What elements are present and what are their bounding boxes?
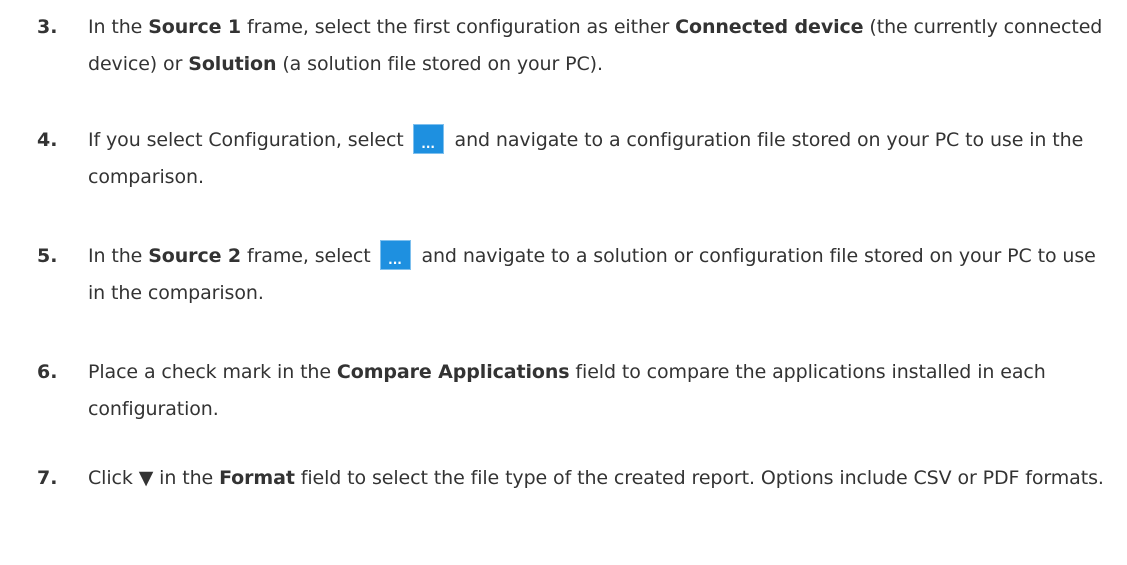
step-text-segment: In the <box>88 16 149 38</box>
step-number: 6. <box>37 361 58 383</box>
format-term: Format <box>219 467 295 489</box>
step-text-segment: field to select the file type of the cre… <box>294 467 1104 489</box>
step-text-segment: If you select Configuration, select <box>88 129 410 151</box>
dropdown-arrow-icon: ▼ <box>138 467 154 489</box>
step-number: 7. <box>37 467 58 489</box>
instruction-steps: 3. In the Source 1 frame, select the fir… <box>0 0 1127 565</box>
step-text-segment: (a solution file stored on your PC). <box>276 53 603 75</box>
ellipsis-button-icon: ... <box>379 240 411 270</box>
source-1-term: Source 1 <box>148 16 242 38</box>
step-text-segment: In the <box>88 245 149 267</box>
step-text: In the Source 2 frame, select ... and na… <box>88 238 1118 312</box>
step-text: In the Source 1 frame, select the first … <box>88 9 1118 83</box>
step-text-segment: Place a check mark in the <box>88 361 337 383</box>
step-number: 4. <box>37 129 58 151</box>
step-text-segment: frame, select the first configuration as… <box>241 16 676 38</box>
ellipsis-button-icon: ... <box>412 124 444 154</box>
step-text-segment: Click <box>88 467 139 489</box>
step-text-segment: in the <box>153 467 220 489</box>
step-number: 3. <box>37 16 58 38</box>
solution-term: Solution <box>188 53 277 75</box>
connected-device-term: Connected device <box>675 16 864 38</box>
compare-applications-term: Compare Applications <box>336 361 570 383</box>
step-number: 5. <box>37 245 58 267</box>
step-text: Place a check mark in the Compare Applic… <box>88 354 1118 428</box>
step-text-segment: frame, select <box>241 245 377 267</box>
ellipsis-button-label: ... <box>388 253 402 267</box>
source-2-term: Source 2 <box>148 245 242 267</box>
step-text: If you select Configuration, select ... … <box>88 122 1118 196</box>
step-text: Click ▼ in the Format field to select th… <box>88 460 1118 497</box>
ellipsis-button-label: ... <box>421 137 435 151</box>
